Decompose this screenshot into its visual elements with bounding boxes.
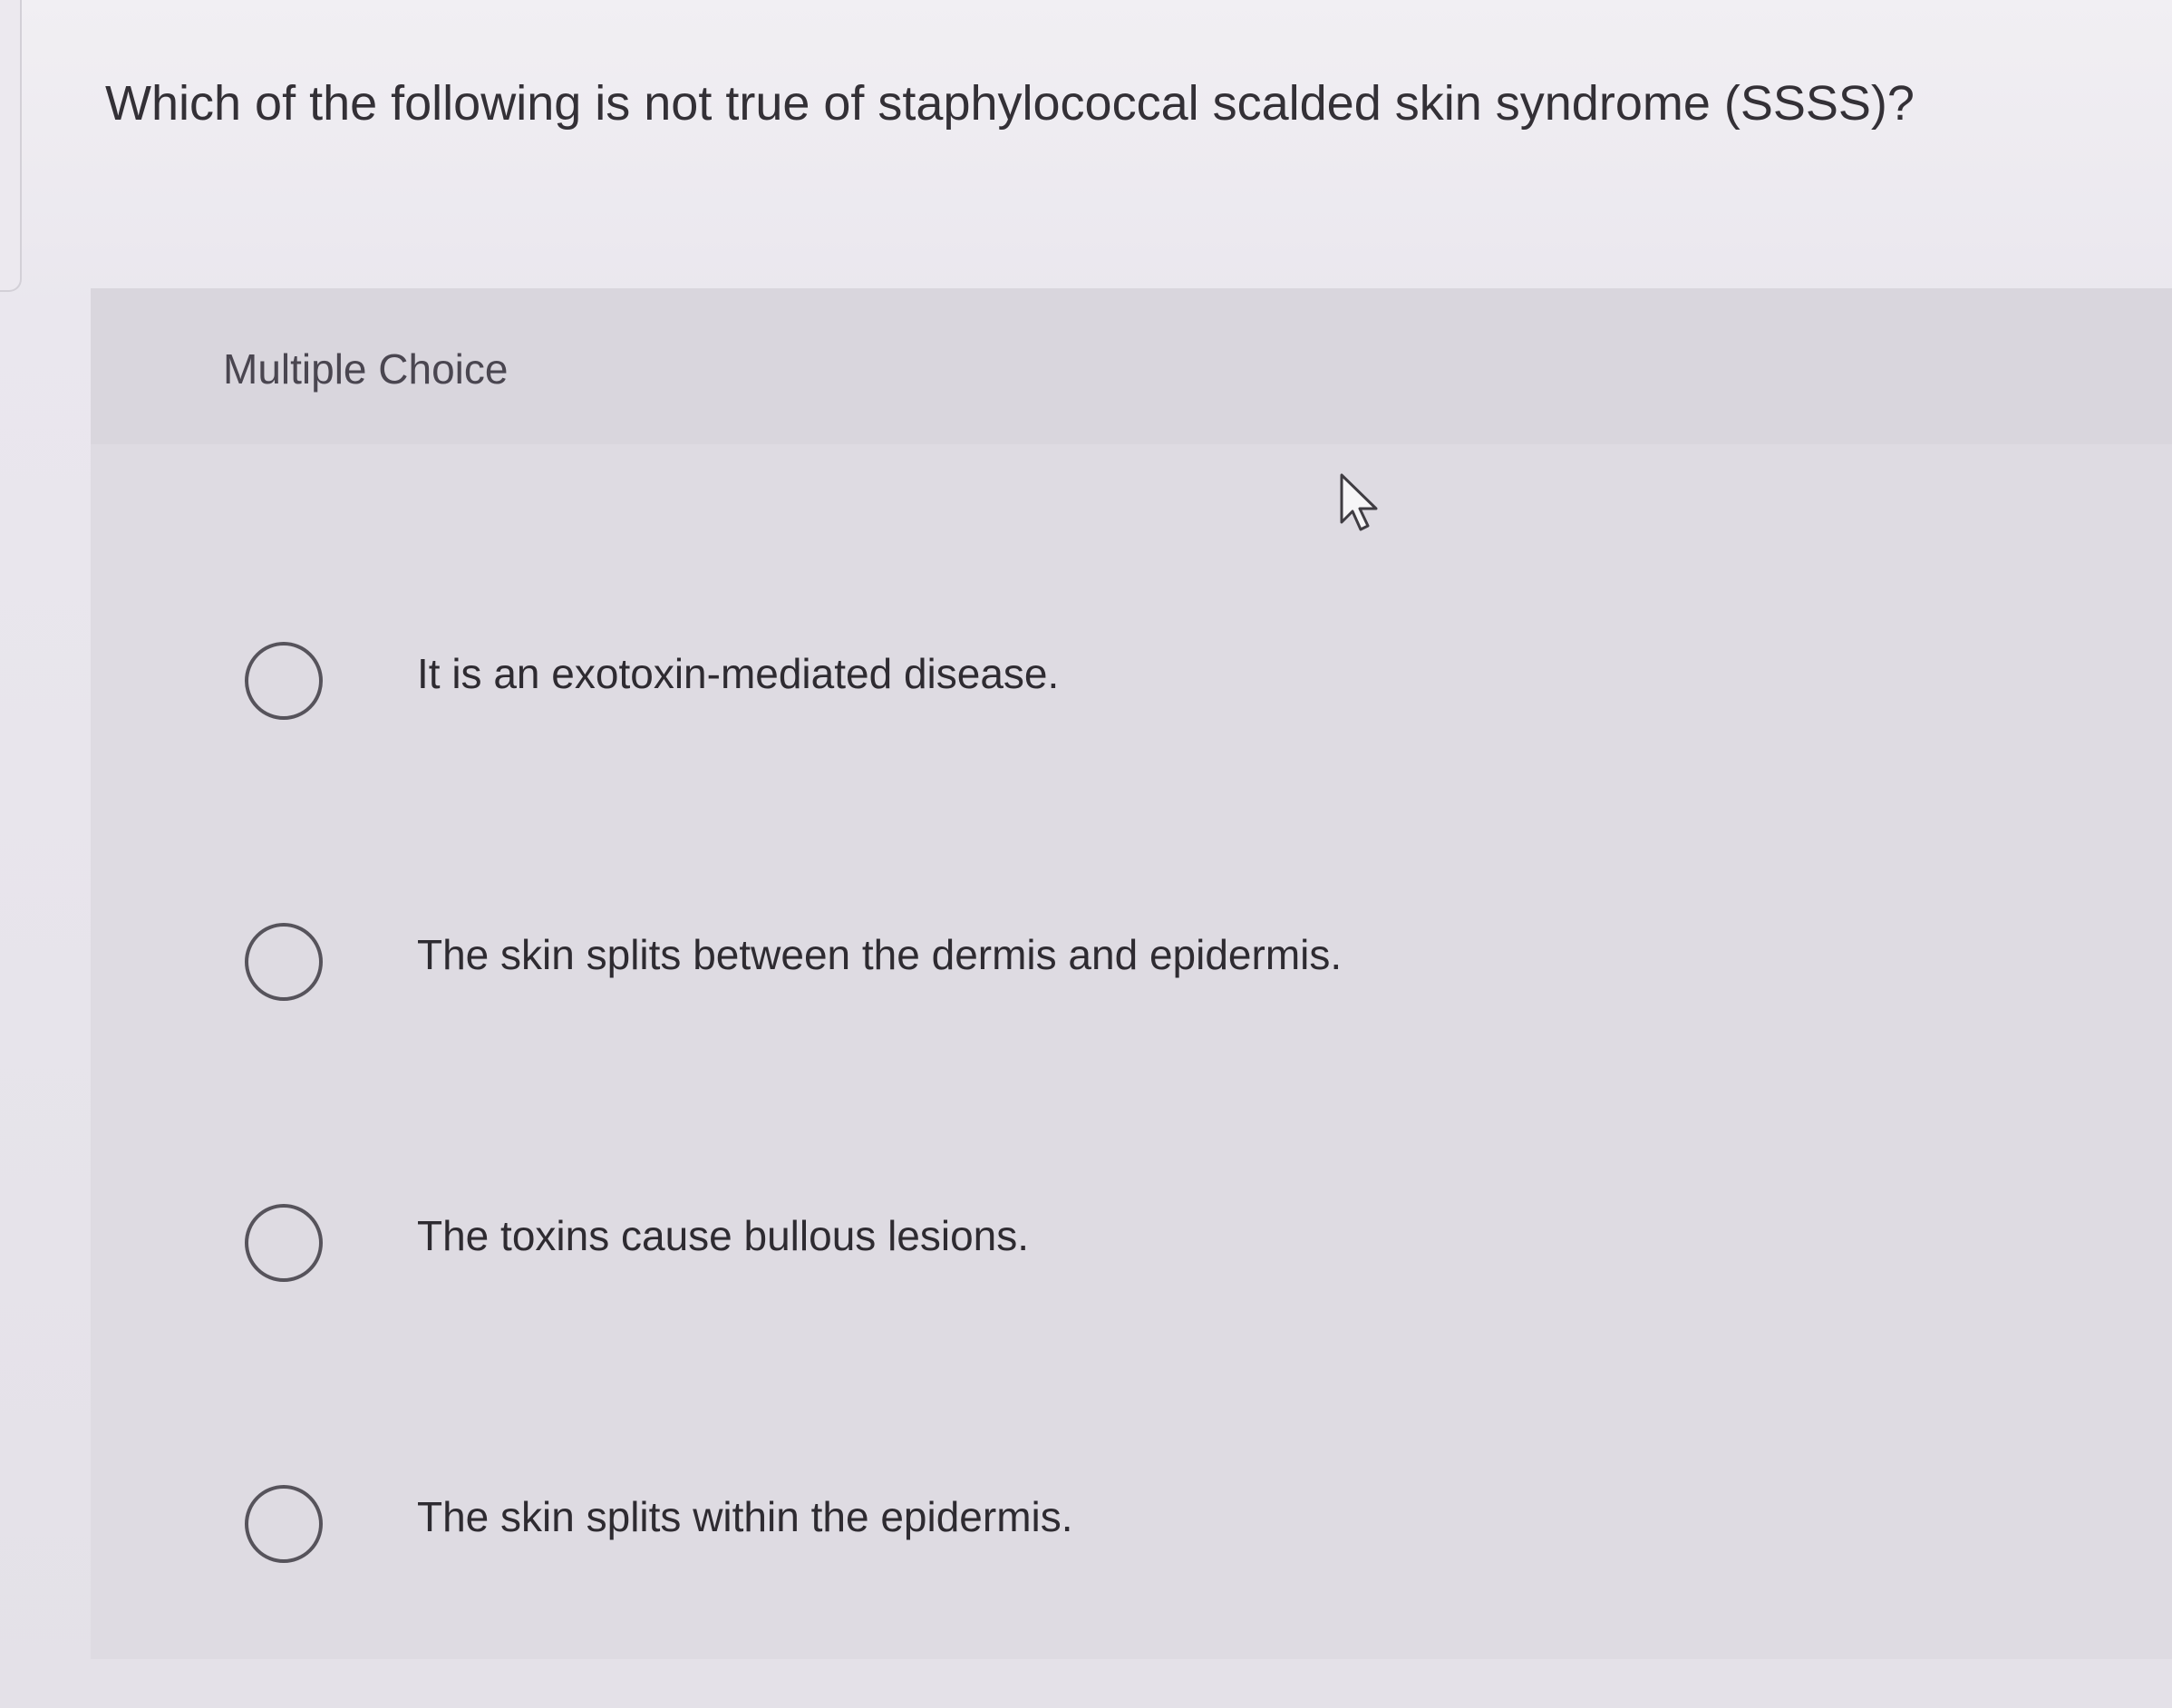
radio-button-icon[interactable] — [245, 923, 323, 1001]
answer-option-label[interactable]: The skin splits between the dermis and e… — [417, 930, 1342, 979]
answer-option-2[interactable]: The skin splits between the dermis and e… — [145, 823, 2139, 1104]
answer-option-label[interactable]: The toxins cause bullous lesions. — [417, 1211, 1029, 1260]
mouse-pointer-icon — [1340, 473, 1378, 531]
radio-button-icon[interactable] — [245, 1485, 323, 1563]
answer-option-label[interactable]: It is an exotoxin-mediated disease. — [417, 649, 1059, 698]
multiple-choice-panel: Multiple Choice It is an exotoxin-mediat… — [91, 288, 2172, 1659]
question-type-label: Multiple Choice — [223, 345, 509, 393]
answer-options: It is an exotoxin-mediated disease. The … — [145, 542, 2139, 1666]
panel-header: Multiple Choice — [91, 288, 2172, 444]
answer-option-1[interactable]: It is an exotoxin-mediated disease. — [145, 542, 2139, 823]
left-frame-edge — [0, 0, 22, 292]
answer-option-4[interactable]: The skin splits within the epidermis. — [145, 1385, 2139, 1666]
radio-button-icon[interactable] — [245, 642, 323, 720]
quiz-page: Which of the following is not true of st… — [0, 0, 2172, 1708]
answer-option-3[interactable]: The toxins cause bullous lesions. — [145, 1104, 2139, 1385]
answer-option-label[interactable]: The skin splits within the epidermis. — [417, 1492, 1073, 1541]
question-text: Which of the following is not true of st… — [105, 76, 1915, 131]
radio-button-icon[interactable] — [245, 1204, 323, 1282]
